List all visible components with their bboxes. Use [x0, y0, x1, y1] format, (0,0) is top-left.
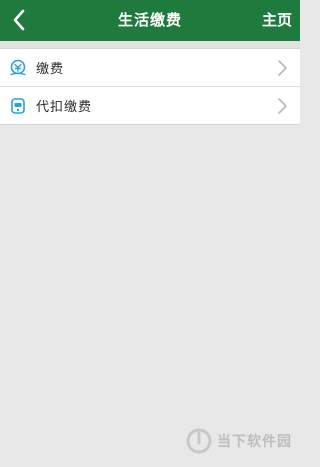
payment-icon [9, 59, 27, 77]
list-item-label: 缴费 [36, 62, 65, 77]
watermark-logo-icon [186, 428, 212, 454]
chevron-right-icon [278, 97, 287, 114]
chevron-right-icon [278, 59, 287, 76]
header-divider [0, 41, 300, 48]
watermark-text: 当下软件园 [217, 434, 292, 450]
auto-debit-icon [9, 97, 27, 115]
back-button[interactable] [4, 5, 34, 35]
page-title: 生活缴费 [117, 11, 182, 29]
chevron-left-icon [13, 9, 25, 31]
list-item-auto-debit[interactable]: 代扣缴费 [0, 86, 300, 124]
list-item-payment[interactable]: 缴费 [0, 49, 300, 86]
header-bar: 生活缴费 主页 [0, 0, 300, 41]
list-item-label: 代扣缴费 [36, 100, 93, 115]
home-button[interactable]: 主页 [260, 0, 294, 41]
watermark: 当下软件园 [185, 425, 295, 457]
menu-list: 缴费 代扣缴费 [0, 48, 300, 125]
